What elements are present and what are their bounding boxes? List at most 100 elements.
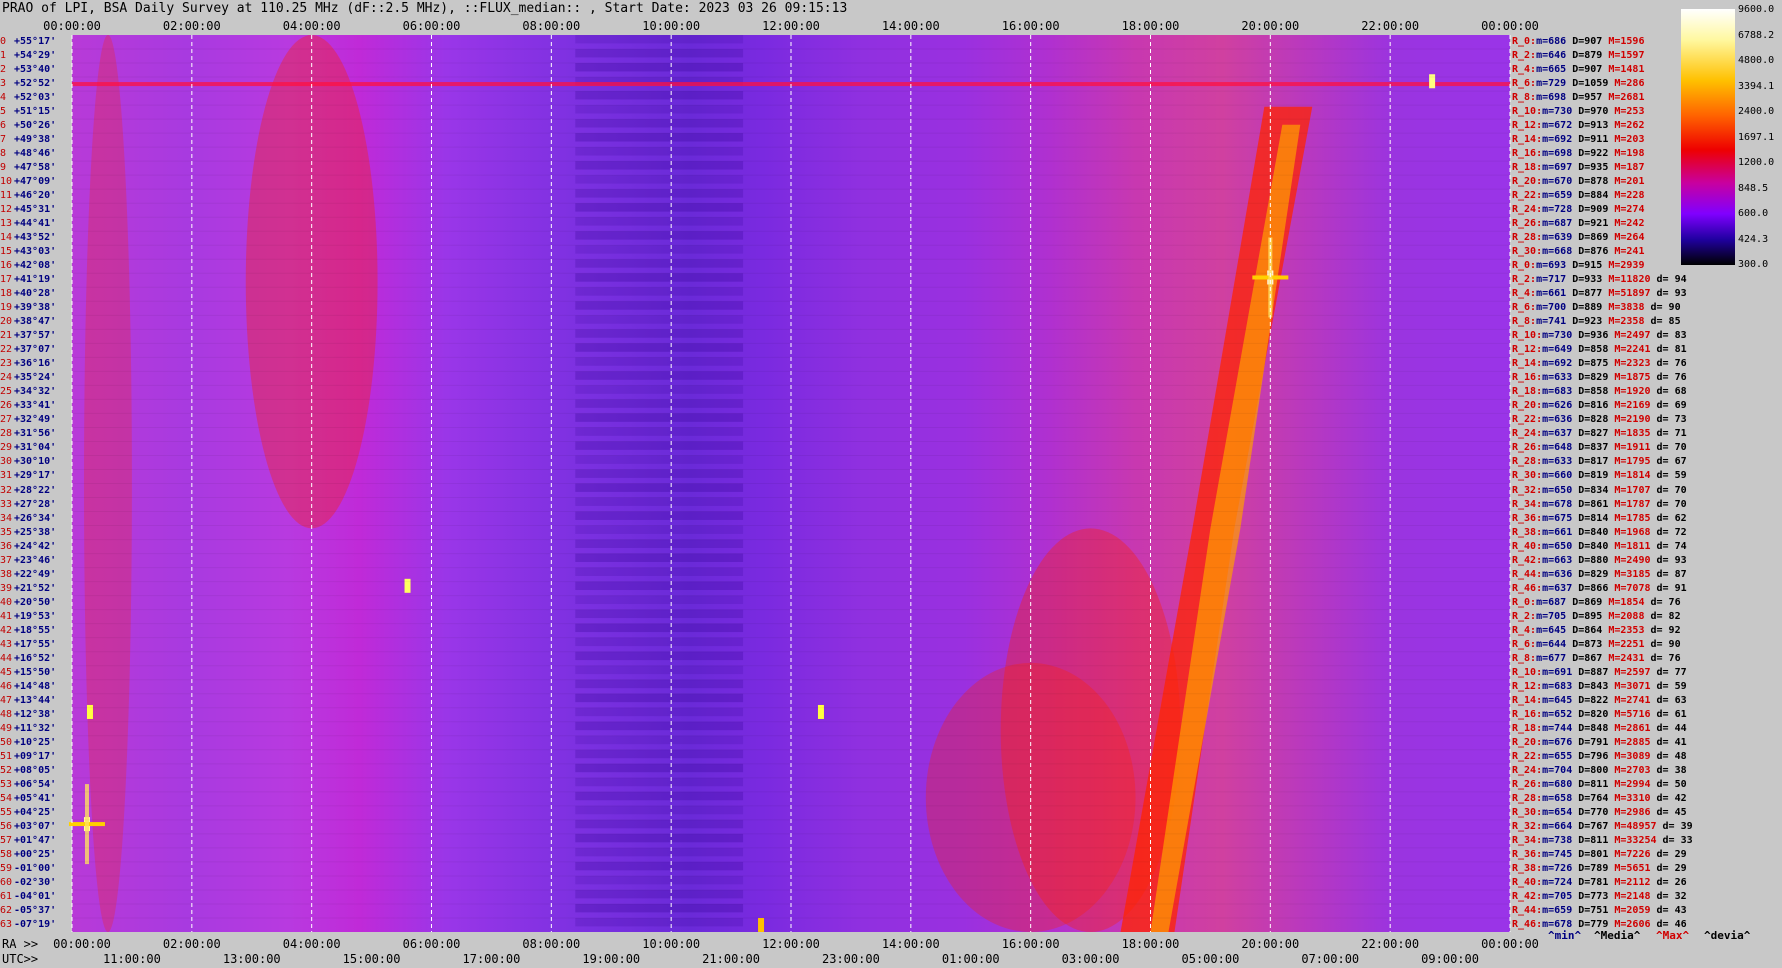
row-index: 26 (0, 400, 13, 412)
stat-r: R_32: (1512, 484, 1543, 496)
cold-sky-strip (575, 413, 744, 422)
cold-sky-strip (575, 217, 744, 226)
stat-m: m=724 (1542, 876, 1579, 888)
cold-sky-strip (575, 259, 744, 268)
radio-source (758, 917, 765, 932)
row-stat: R_2:m=717 D=933 M=11820 d= 94 (1512, 273, 1687, 287)
stat-D: D=820 (1578, 708, 1615, 720)
stat-m: m=692 (1542, 134, 1579, 146)
cold-sky-strip (575, 469, 744, 478)
row-index: 7 (0, 134, 7, 146)
declination-row-label: 35 +25°38' (0, 526, 72, 540)
row-stat: R_20:m=676 D=791 M=2885 d= 41 (1512, 736, 1687, 750)
radio-source (404, 578, 411, 593)
declination-row-label: 1 +54°29' (0, 49, 72, 63)
ra-tick-bottom: 14:00:00 (881, 937, 940, 951)
stat-m: m=686 (1536, 36, 1573, 47)
row-stat: R_14:m=692 D=911 M=203 (1512, 133, 1644, 147)
stat-r: R_40: (1512, 876, 1543, 888)
declination-value: +50°26' (14, 120, 57, 132)
stat-d: d= 81 (1650, 344, 1687, 356)
declination-row-label: 18 +40°28' (0, 287, 72, 301)
stat-m: m=626 (1542, 400, 1579, 412)
stat-D: D=864 (1572, 624, 1609, 636)
declination-row-label: 17 +41°19' (0, 273, 72, 287)
ra-tick-bottom: 06:00:00 (402, 937, 461, 951)
stat-m: m=659 (1542, 190, 1579, 202)
row-index: 17 (0, 274, 13, 286)
stat-d: d= 76 (1650, 372, 1687, 384)
declination-value: +10°25' (14, 736, 57, 748)
stat-m: m=692 (1542, 358, 1579, 370)
stat-D: D=861 (1578, 498, 1615, 510)
stat-d: d= 76 (1644, 652, 1681, 664)
declination-value: +20°50' (14, 596, 57, 608)
row-index: 59 (0, 862, 13, 874)
stat-m: m=726 (1542, 862, 1579, 874)
colorbar-tick: 1200.0 (1738, 157, 1775, 168)
row-stat: R_8:m=741 D=923 M=2358 d= 85 (1512, 315, 1681, 329)
row-index: 44 (0, 652, 13, 664)
stat-r: R_18: (1512, 162, 1543, 174)
row-stat: R_0:m=693 D=915 M=2939 (1512, 259, 1644, 273)
stat-r: R_2: (1512, 274, 1537, 286)
stat-m: m=646 (1536, 50, 1573, 62)
cold-sky-strip (575, 231, 744, 240)
ra-tick-top: 14:00:00 (881, 19, 940, 33)
stat-D: D=911 (1578, 134, 1615, 146)
stat-D: D=801 (1578, 848, 1615, 860)
stat-d: d= 92 (1644, 624, 1681, 636)
stat-m: m=704 (1542, 764, 1579, 776)
stat-d: d= 82 (1644, 610, 1681, 622)
stat-r: R_46: (1512, 918, 1543, 930)
stat-M: M=1597 (1608, 50, 1645, 62)
radio-source (817, 704, 824, 719)
stat-D: D=827 (1578, 428, 1615, 440)
stat-m: m=744 (1542, 722, 1579, 734)
stat-d: d= 85 (1644, 316, 1681, 328)
stat-M: M=2703 (1614, 764, 1651, 776)
row-stat: R_34:m=678 D=861 M=1787 d= 70 (1512, 498, 1687, 512)
stat-M: M=1920 (1614, 386, 1651, 398)
ra-tick-top: 18:00:00 (1121, 19, 1180, 33)
row-stat: R_22:m=655 D=796 M=3089 d= 48 (1512, 750, 1687, 764)
source-cross-v (1268, 237, 1273, 318)
cold-sky-strip (575, 595, 744, 605)
stat-M: M=2353 (1608, 624, 1645, 636)
stat-M: M=1875 (1614, 372, 1651, 384)
stat-D: D=880 (1578, 554, 1615, 566)
declination-value: +06°54' (14, 778, 57, 790)
stat-r: R_44: (1512, 568, 1543, 580)
radio-source (86, 704, 93, 719)
row-index: 32 (0, 484, 13, 496)
stat-M: M=2088 (1608, 610, 1645, 622)
stat-D: D=933 (1572, 274, 1609, 286)
row-index: 40 (0, 596, 13, 608)
declination-value: +19°53' (14, 610, 57, 622)
stat-r: R_6: (1512, 302, 1537, 314)
stat-d: d= 70 (1650, 498, 1687, 510)
row-index: 20 (0, 316, 13, 328)
declination-row-label: 52 +08°05' (0, 764, 72, 778)
stat-r: R_30: (1512, 470, 1543, 482)
declination-value: +05°41' (14, 792, 57, 804)
declination-value: -07°19' (14, 918, 57, 930)
stat-r: R_12: (1512, 120, 1543, 132)
declination-value: +48°46' (14, 148, 57, 160)
row-stat: R_18:m=744 D=848 M=2861 d= 44 (1512, 722, 1687, 736)
stat-m: m=639 (1542, 232, 1579, 244)
row-index: 6 (0, 120, 7, 132)
stat-r: R_8: (1512, 92, 1537, 104)
stat-r: R_42: (1512, 890, 1543, 902)
row-index: 43 (0, 638, 13, 650)
declination-value: +28°22' (14, 484, 57, 496)
stat-m: m=658 (1542, 792, 1579, 804)
stat-r: R_22: (1512, 750, 1543, 762)
stat-d: d= 61 (1650, 708, 1687, 720)
stat-M: M=2358 (1608, 316, 1645, 328)
stat-D: D=913 (1578, 120, 1615, 132)
declination-row-label: 58 +00°25' (0, 848, 72, 862)
declination-value: +32°49' (14, 414, 57, 426)
row-index: 4 (0, 92, 7, 104)
stat-r: R_14: (1512, 694, 1543, 706)
